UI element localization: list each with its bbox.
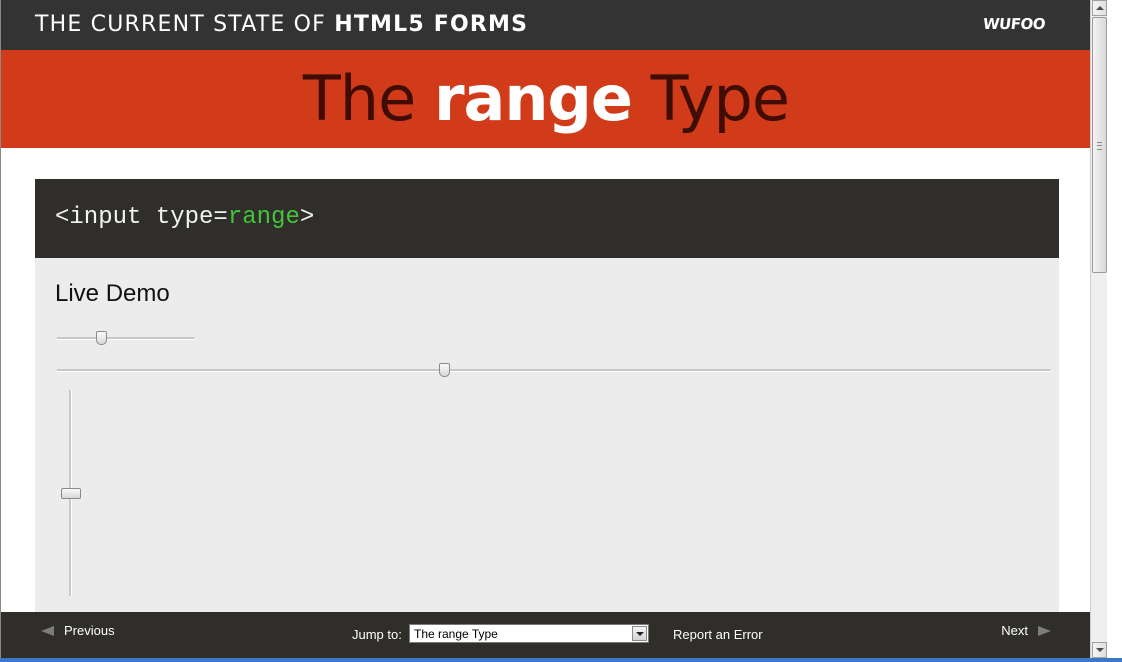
live-demo-title: Live Demo xyxy=(55,280,170,307)
site-title[interactable]: THE CURRENT STATE OF HTML5 FORMS xyxy=(35,12,528,37)
page-title-strong: range xyxy=(433,62,633,135)
jump-to-select[interactable]: The range Type xyxy=(409,624,649,643)
range-thumb[interactable] xyxy=(439,363,451,377)
range-track[interactable] xyxy=(57,369,1050,372)
scroll-up-button[interactable] xyxy=(1092,0,1107,16)
arrow-left-icon xyxy=(41,625,54,636)
window-edge xyxy=(1107,0,1122,662)
site-title-prefix: THE CURRENT STATE OF xyxy=(35,12,335,37)
taskbar-edge xyxy=(0,658,1122,662)
scroll-down-button[interactable] xyxy=(1092,642,1107,658)
code-value: range xyxy=(227,204,300,231)
bottom-navigation: Previous Jump to: The range Type Report … xyxy=(1,612,1090,658)
browser-viewport: THE CURRENT STATE OF HTML5 FORMS WUFOO T… xyxy=(0,0,1090,662)
range-thumb[interactable] xyxy=(95,331,107,345)
next-label: Next xyxy=(1001,623,1028,638)
code-suffix: > xyxy=(299,204,315,231)
code-example: <input type=range> xyxy=(35,179,1059,258)
report-error-link[interactable]: Report an Error xyxy=(673,627,763,642)
chevron-down-icon[interactable] xyxy=(632,626,647,641)
top-bar: THE CURRENT STATE OF HTML5 FORMS WUFOO xyxy=(1,0,1090,50)
page-title-suffix: Type xyxy=(631,62,790,135)
vertical-scrollbar[interactable] xyxy=(1090,0,1107,662)
range-thumb[interactable] xyxy=(61,488,81,499)
range-track[interactable] xyxy=(57,337,194,340)
next-link[interactable]: Next xyxy=(1001,623,1051,638)
live-demo-panel: Live Demo xyxy=(35,258,1059,658)
arrow-right-icon xyxy=(1038,625,1051,636)
jump-to-label: Jump to: xyxy=(352,627,402,642)
grip-icon xyxy=(1097,142,1102,150)
wufoo-logo[interactable]: WUFOO xyxy=(982,15,1046,33)
page-title: The range Type xyxy=(302,62,790,135)
previous-label: Previous xyxy=(64,623,115,638)
code-snippet: <input type=range> xyxy=(55,204,314,231)
site-title-strong: HTML5 FORMS xyxy=(334,12,529,37)
code-prefix: <input type= xyxy=(55,204,228,231)
page-title-prefix: The xyxy=(302,62,434,135)
scrollbar-thumb[interactable] xyxy=(1092,17,1107,273)
previous-link[interactable]: Previous xyxy=(41,623,115,638)
jump-to-selected-value: The range Type xyxy=(414,627,498,641)
hero-banner: The range Type xyxy=(1,50,1090,148)
